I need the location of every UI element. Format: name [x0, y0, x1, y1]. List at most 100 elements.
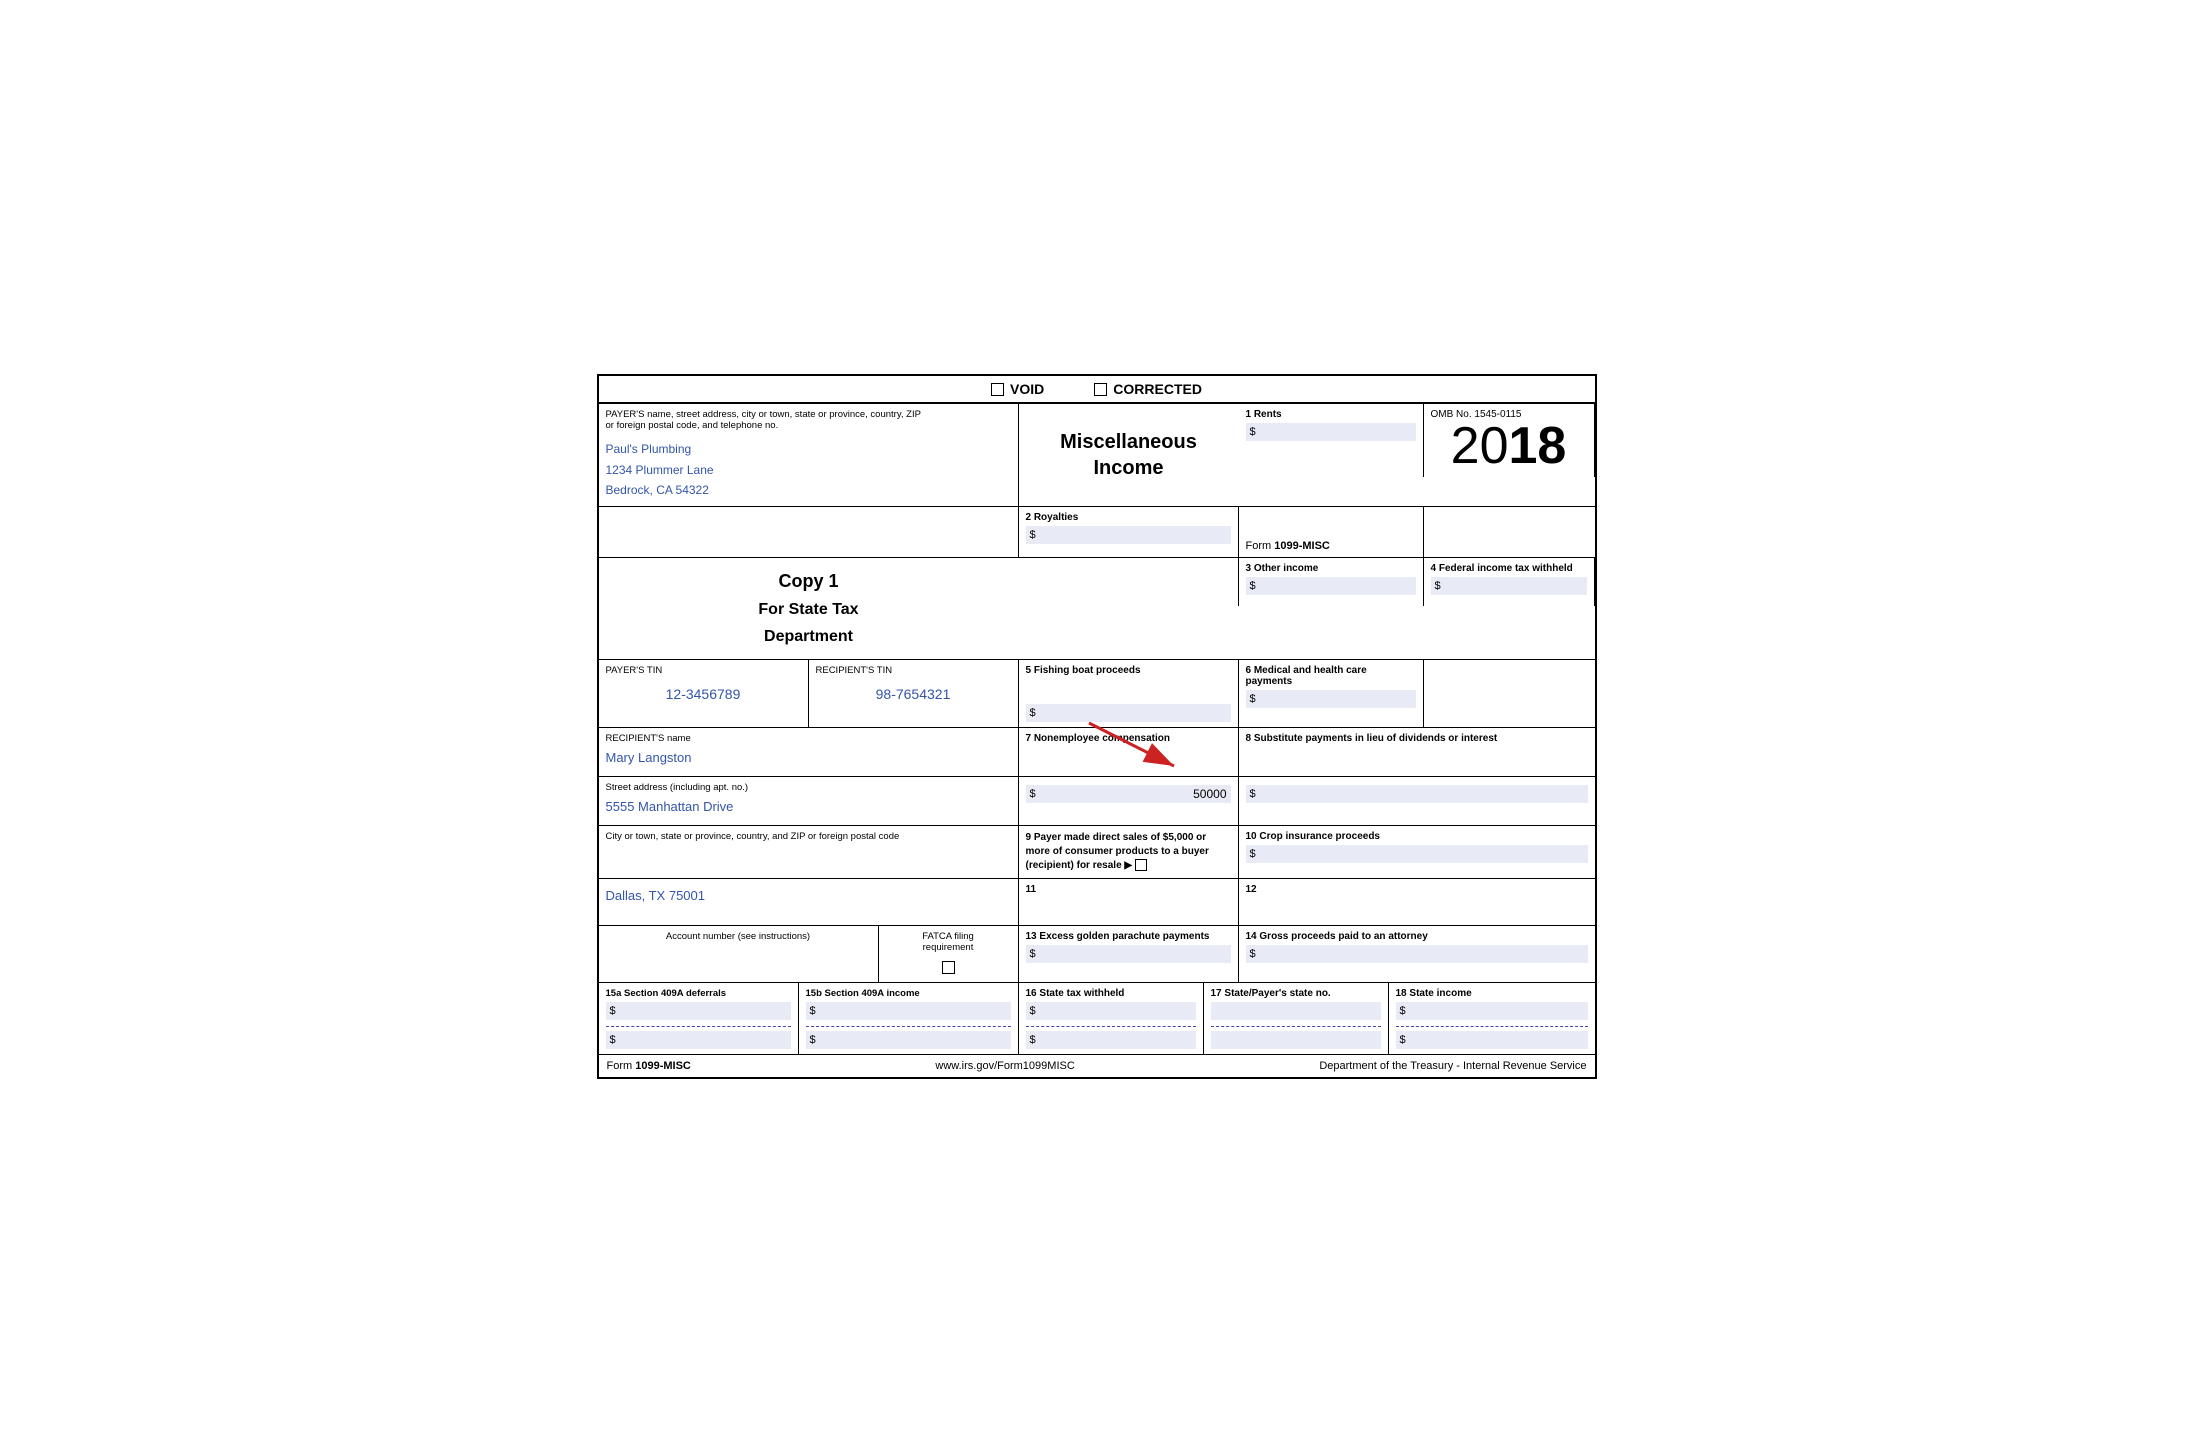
dollar: $ — [610, 1034, 616, 1046]
box2-field: $ — [1026, 526, 1231, 544]
box18-field2: $ — [1396, 1031, 1588, 1049]
misc-income-label: MiscellaneousIncome — [1019, 404, 1239, 505]
recipient-tin-value: 98-7654321 — [816, 676, 1011, 712]
dollar: $ — [1030, 948, 1036, 960]
misc-income-title: MiscellaneousIncome — [1060, 429, 1197, 481]
box8-field: $ — [1246, 785, 1588, 803]
box1-rents: 1 Rents $ — [1239, 404, 1424, 477]
void-checkbox[interactable] — [991, 383, 1004, 396]
box17-label: 17 State/Payer's state no. — [1211, 988, 1381, 999]
dollar: $ — [1400, 1034, 1406, 1046]
omb-section: OMB No. 1545-0115 2018 — [1424, 404, 1595, 477]
dollar: $ — [1030, 1005, 1036, 1017]
city-value: Dallas, TX 75001 — [606, 884, 1011, 907]
fatca-cell: FATCA filingrequirement — [879, 926, 1019, 982]
corrected-label: CORRECTED — [1113, 381, 1202, 397]
account-number: Account number (see instructions) — [599, 926, 879, 982]
box16-field: $ — [1026, 1002, 1196, 1020]
box5-fishing: 5 Fishing boat proceeds $ — [1019, 660, 1239, 727]
void-label: VOID — [1010, 381, 1044, 397]
box8-label: 8 Substitute payments in lieu of dividen… — [1246, 733, 1588, 744]
dollar: $ — [810, 1034, 816, 1046]
box5-label: 5 Fishing boat proceeds — [1026, 665, 1231, 676]
dollar: $ — [1250, 580, 1256, 592]
payer-name: Paul's Plumbing1234 Plummer LaneBedrock,… — [606, 439, 1011, 500]
dollar: $ — [1250, 948, 1256, 960]
copy-cont2 — [1424, 660, 1595, 727]
street-label: Street address (including apt. no.) — [606, 782, 1011, 793]
box2-label: 2 Royalties — [1026, 512, 1231, 523]
row-b: 2 Royalties $ Form 1099-MISC — [599, 507, 1595, 558]
box3-field: $ — [1246, 577, 1416, 595]
box3-label: 3 Other income — [1246, 563, 1416, 574]
box15b-field: $ — [806, 1002, 1011, 1020]
box11: 11 — [1019, 879, 1239, 925]
void-item: VOID — [991, 381, 1044, 397]
row-c: 3 Other income $ 4 Federal income tax wi… — [599, 558, 1595, 660]
city-label-section: City or town, state or province, country… — [599, 826, 1019, 878]
box4-federal: 4 Federal income tax withheld $ — [1424, 558, 1595, 606]
box9-checkbox[interactable] — [1135, 859, 1147, 871]
box13-field: $ — [1026, 945, 1231, 963]
recipient-tin-label: RECIPIENT'S TIN — [816, 665, 1011, 676]
box15b-field2: $ — [806, 1031, 1011, 1049]
payer-label: PAYER'S name, street address, city or to… — [606, 409, 1011, 431]
box4-field: $ — [1431, 577, 1587, 595]
dollar: $ — [610, 1005, 616, 1017]
payer-info: PAYER'S name, street address, city or to… — [599, 404, 1019, 505]
dollar: $ — [1030, 1034, 1036, 1046]
row-j: 15a Section 409A deferrals $ $ 15b Secti… — [599, 983, 1595, 1055]
box14-gross: 14 Gross proceeds paid to an attorney $ — [1239, 926, 1595, 982]
city-value-section: Dallas, TX 75001 — [599, 879, 1019, 925]
box16: 16 State tax withheld $ $ — [1019, 983, 1204, 1054]
box5-field: $ — [1026, 704, 1231, 722]
box17: 17 State/Payer's state no. — [1204, 983, 1389, 1054]
box13-excess: 13 Excess golden parachute payments $ — [1019, 926, 1239, 982]
box18-label: 18 State income — [1396, 988, 1588, 999]
box1-label: 1 Rents — [1246, 409, 1416, 420]
box11-label: 11 — [1026, 884, 1231, 895]
dollar: $ — [1250, 788, 1256, 800]
box2-royalties: 2 Royalties $ — [1019, 507, 1239, 557]
street-value: 5555 Manhattan Drive — [606, 793, 1011, 820]
fatca-checkbox[interactable] — [942, 961, 955, 974]
dollar: $ — [1250, 693, 1256, 705]
box15a-label: 15a Section 409A deferrals — [606, 988, 791, 999]
box7-nonemployee: 7 Nonemployee compensation — [1019, 728, 1239, 776]
payer-tin-cell: PAYER'S TIN 12-3456789 — [599, 660, 809, 727]
box7-label: 7 Nonemployee compensation — [1026, 733, 1231, 744]
dollar: $ — [1435, 580, 1441, 592]
dollar: $ — [1400, 1005, 1406, 1017]
box6-medical: 6 Medical and health care payments $ — [1239, 660, 1424, 727]
box16-label: 16 State tax withheld — [1026, 988, 1196, 999]
corrected-checkbox[interactable] — [1094, 383, 1107, 396]
footer: Form 1099-MISC www.irs.gov/Form1099MISC … — [599, 1055, 1595, 1077]
misc-income-cont — [1424, 507, 1595, 557]
box7-value-cell: $ 50000 — [1019, 777, 1239, 825]
row-f: Street address (including apt. no.) 5555… — [599, 777, 1595, 826]
box15b-label: 15b Section 409A income — [806, 988, 1011, 999]
box7-value: 50000 — [1036, 787, 1227, 801]
dollar: $ — [1250, 848, 1256, 860]
box15b: 15b Section 409A income $ $ — [799, 983, 1019, 1054]
box15a-field: $ — [606, 1002, 791, 1020]
city-label: City or town, state or province, country… — [606, 831, 1011, 842]
box8-value-cell: $ — [1239, 777, 1595, 825]
box10-field: $ — [1246, 845, 1588, 863]
box3-other: 3 Other income $ — [1239, 558, 1424, 606]
footer-website: www.irs.gov/Form1099MISC — [935, 1060, 1074, 1072]
dollar: $ — [1030, 529, 1036, 541]
payer-tin-value: 12-3456789 — [606, 676, 801, 712]
form-label: Form 1099-MISC — [1246, 540, 1330, 552]
copy1-section: Copy 1For State TaxDepartment — [599, 558, 1019, 659]
footer-dept: Department of the Treasury - Internal Re… — [1319, 1060, 1586, 1072]
dollar: $ — [1030, 707, 1036, 719]
box14-field: $ — [1246, 945, 1588, 963]
box12-label: 12 — [1246, 884, 1588, 895]
box15a: 15a Section 409A deferrals $ $ — [599, 983, 799, 1054]
box9-label: 9 Payer made direct sales of $5,000 or m… — [1026, 831, 1231, 873]
fatca-label: FATCA filingrequirement — [886, 931, 1011, 953]
form-1099-misc: VOID CORRECTED PAYER'S name, street addr… — [597, 374, 1597, 1078]
dollar: $ — [1250, 426, 1256, 438]
box6-field: $ — [1246, 690, 1416, 708]
